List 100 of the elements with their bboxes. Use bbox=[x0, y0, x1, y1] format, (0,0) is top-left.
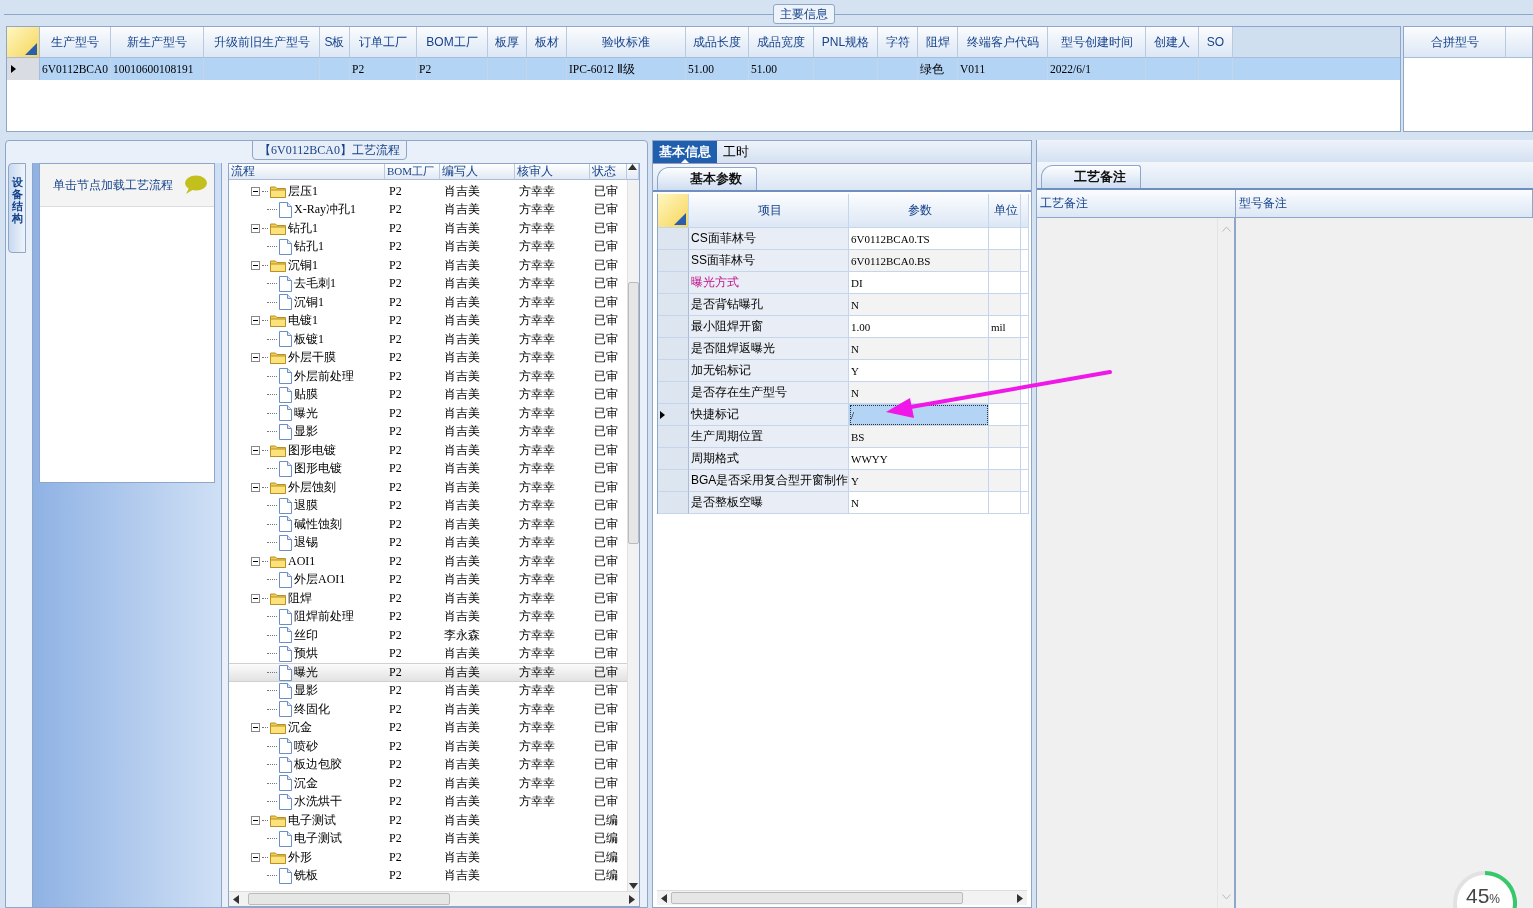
table-cell-text: 肖吉美 bbox=[443, 182, 481, 200]
collapse-icon[interactable] bbox=[251, 815, 260, 825]
column-header[interactable]: 项目 bbox=[689, 194, 849, 228]
parameter-value[interactable]: N bbox=[849, 338, 989, 360]
tree-row[interactable]: 丝印 P2 李永森 方幸幸 已审 bbox=[229, 626, 627, 645]
column-header[interactable]: 新生产型号 bbox=[111, 27, 204, 58]
column-header[interactable]: S板 bbox=[320, 27, 350, 58]
collapse-icon[interactable] bbox=[251, 852, 260, 862]
tree-row[interactable]: 阻焊前处理 P2 肖吉美 方幸幸 已审 bbox=[229, 607, 627, 626]
tree-row[interactable]: 贴膜 P2 肖吉美 方幸幸 已审 bbox=[229, 385, 627, 404]
tree-row[interactable]: 沉铜1 P2 肖吉美 方幸幸 已审 bbox=[229, 256, 627, 275]
column-header[interactable]: 状态 bbox=[590, 164, 627, 180]
scroll-left-icon[interactable] bbox=[233, 894, 239, 904]
tree-row[interactable]: 外层AOI1 P2 肖吉美 方幸幸 已审 bbox=[229, 570, 627, 589]
sub-tab[interactable]: 基本参数 bbox=[657, 167, 757, 190]
tree-row[interactable]: 曝光 P2 肖吉美 方幸幸 已审 bbox=[229, 404, 627, 423]
side-tab[interactable]: 设备结构 bbox=[8, 163, 26, 253]
tree-row[interactable]: 板镀1 P2 肖吉美 方幸幸 已审 bbox=[229, 330, 627, 349]
column-header[interactable]: 生产型号 bbox=[40, 27, 111, 58]
column-header[interactable]: 合拼型号 bbox=[1404, 27, 1506, 58]
tree-row[interactable]: 水洗烘干 P2 肖吉美 方幸幸 已审 bbox=[229, 792, 627, 811]
tree-row[interactable]: 图形电镀 P2 肖吉美 方幸幸 已审 bbox=[229, 441, 627, 460]
tree-row[interactable]: 钻孔1 P2 肖吉美 方幸幸 已审 bbox=[229, 237, 627, 256]
tree-row[interactable]: 预烘 P2 肖吉美 方幸幸 已审 bbox=[229, 644, 627, 663]
column-header[interactable]: 成品宽度 bbox=[749, 27, 814, 58]
column-header[interactable]: BOM工厂 bbox=[385, 164, 440, 180]
collapse-icon[interactable] bbox=[251, 316, 260, 326]
tree-row[interactable]: 退膜 P2 肖吉美 方幸幸 已审 bbox=[229, 496, 627, 515]
scrollbar-thumb[interactable] bbox=[248, 893, 450, 905]
tree-row[interactable]: 阻焊 P2 肖吉美 方幸幸 已审 bbox=[229, 589, 627, 608]
column-header[interactable]: 型号创建时间 bbox=[1048, 27, 1146, 58]
collapse-icon[interactable] bbox=[251, 556, 260, 566]
column-header[interactable]: 终端客户代码 bbox=[958, 27, 1048, 58]
tree-row[interactable]: 沉金 P2 肖吉美 方幸幸 已审 bbox=[229, 718, 627, 737]
scroll-left-icon[interactable] bbox=[661, 893, 667, 903]
tab[interactable]: 基本信息 bbox=[653, 141, 717, 163]
tree-row[interactable]: 沉金 P2 肖吉美 方幸幸 已审 bbox=[229, 774, 627, 793]
scrollbar-thumb[interactable] bbox=[628, 281, 639, 544]
parameter-value[interactable]: N bbox=[849, 492, 989, 514]
tree-row[interactable]: 层压1 P2 肖吉美 方幸幸 已审 bbox=[229, 182, 627, 201]
collapse-icon[interactable] bbox=[251, 593, 260, 603]
collapse-icon[interactable] bbox=[251, 445, 260, 455]
column-header[interactable]: 创建人 bbox=[1146, 27, 1199, 58]
column-header[interactable]: 参数 bbox=[849, 194, 989, 228]
column-header[interactable]: 编写人 bbox=[440, 164, 515, 180]
tree-row[interactable]: 铣板 P2 肖吉美 已编 bbox=[229, 866, 627, 885]
scroll-down-icon[interactable] bbox=[629, 883, 638, 889]
parameter-value[interactable]: N bbox=[849, 294, 989, 316]
collapse-icon[interactable] bbox=[251, 186, 260, 196]
tree-row[interactable]: 喷砂 P2 肖吉美 方幸幸 已审 bbox=[229, 737, 627, 756]
parameter-value[interactable]: / bbox=[849, 404, 989, 426]
tree-row[interactable]: 终固化 P2 肖吉美 方幸幸 已审 bbox=[229, 700, 627, 719]
parameter-value[interactable]: N bbox=[849, 382, 989, 404]
column-header[interactable]: 板厚 bbox=[488, 27, 527, 58]
parameter-value[interactable]: BS bbox=[849, 426, 989, 448]
tree-row[interactable]: AOI1 P2 肖吉美 方幸幸 已审 bbox=[229, 552, 627, 571]
tree-row[interactable]: X-Ray冲孔1 P2 肖吉美 方幸幸 已审 bbox=[229, 200, 627, 219]
tree-row[interactable]: 外层干膜 P2 肖吉美 方幸幸 已审 bbox=[229, 348, 627, 367]
tree-row[interactable]: 沉铜1 P2 肖吉美 方幸幸 已审 bbox=[229, 293, 627, 312]
column-header[interactable]: 阻焊 bbox=[918, 27, 958, 58]
tree-row[interactable]: 电镀1 P2 肖吉美 方幸幸 已审 bbox=[229, 311, 627, 330]
parameter-value[interactable]: 6V0112BCA0.BS bbox=[849, 250, 989, 272]
sub-tab[interactable]: 工艺备注 bbox=[1041, 165, 1141, 188]
collapse-icon[interactable] bbox=[251, 723, 260, 733]
tree-row[interactable]: 钻孔1 P2 肖吉美 方幸幸 已审 bbox=[229, 219, 627, 238]
scroll-right-icon[interactable] bbox=[629, 894, 635, 904]
column-header[interactable]: 核审人 bbox=[515, 164, 590, 180]
tree-row[interactable]: 图形电镀 P2 肖吉美 方幸幸 已审 bbox=[229, 459, 627, 478]
tree-row[interactable]: 曝光 P2 肖吉美 方幸幸 已审 bbox=[229, 663, 627, 682]
scroll-right-icon[interactable] bbox=[1017, 893, 1023, 903]
column-header[interactable]: 升级前旧生产型号 bbox=[204, 27, 320, 58]
tree-row[interactable]: 外层前处理 P2 肖吉美 方幸幸 已审 bbox=[229, 367, 627, 386]
tree-row[interactable]: 板边包胶 P2 肖吉美 方幸幸 已审 bbox=[229, 755, 627, 774]
column-header[interactable]: 字符 bbox=[878, 27, 918, 58]
collapse-icon[interactable] bbox=[251, 260, 260, 270]
tree-row[interactable]: 电子测试 P2 肖吉美 已编 bbox=[229, 811, 627, 830]
column-header[interactable]: 成品长度 bbox=[686, 27, 749, 58]
collapse-icon[interactable] bbox=[251, 482, 260, 492]
column-header[interactable]: 订单工厂 bbox=[350, 27, 417, 58]
tree-row[interactable]: 外形 P2 肖吉美 已编 bbox=[229, 848, 627, 867]
column-header[interactable]: 验收标准 bbox=[567, 27, 686, 58]
column-header[interactable]: 单位 bbox=[989, 194, 1021, 228]
column-header[interactable]: 流程 bbox=[229, 164, 385, 180]
tab[interactable]: 工时 bbox=[717, 141, 755, 163]
scroll-up-icon[interactable] bbox=[628, 164, 637, 170]
column-header[interactable]: PNL规格 bbox=[814, 27, 878, 58]
collapse-icon[interactable] bbox=[251, 353, 260, 363]
parameter-value[interactable]: Y bbox=[849, 470, 989, 492]
column-header[interactable]: BOM工厂 bbox=[417, 27, 488, 58]
column-header[interactable]: 板材 bbox=[527, 27, 567, 58]
tree-row[interactable]: 显影 P2 肖吉美 方幸幸 已审 bbox=[229, 681, 627, 700]
column-header[interactable]: SO bbox=[1199, 27, 1233, 58]
tree-row[interactable]: 去毛刺1 P2 肖吉美 方幸幸 已审 bbox=[229, 274, 627, 293]
tree-row[interactable]: 显影 P2 肖吉美 方幸幸 已审 bbox=[229, 422, 627, 441]
tree-row[interactable]: 电子测试 P2 肖吉美 已编 bbox=[229, 829, 627, 848]
tree-row[interactable]: 外层蚀刻 P2 肖吉美 方幸幸 已审 bbox=[229, 478, 627, 497]
scrollbar-thumb[interactable] bbox=[671, 892, 963, 904]
collapse-icon[interactable] bbox=[251, 223, 260, 233]
tree-row[interactable]: 碱性蚀刻 P2 肖吉美 方幸幸 已审 bbox=[229, 515, 627, 534]
tree-row[interactable]: 退锡 P2 肖吉美 方幸幸 已审 bbox=[229, 533, 627, 552]
